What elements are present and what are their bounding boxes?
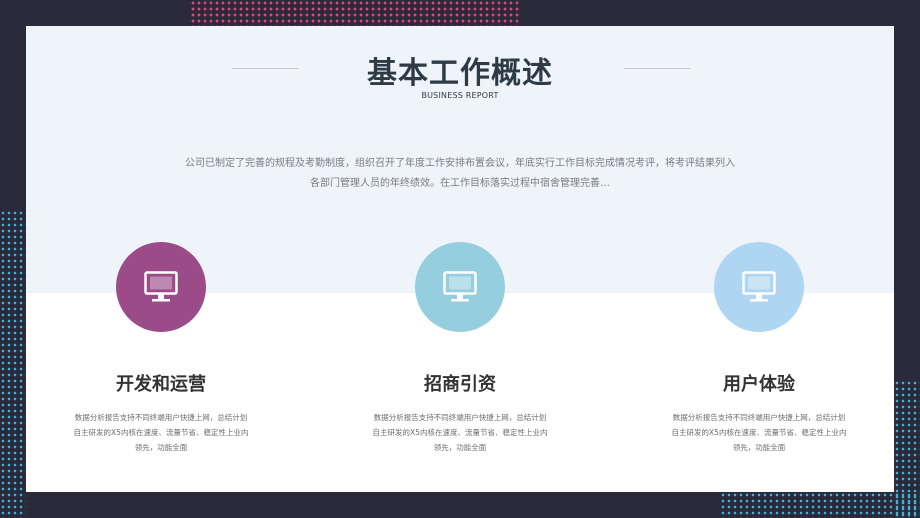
feature-desc-line: 数据分析报告支持不同终端用户快捷上网，总结计划	[672, 413, 846, 422]
feature-icon-circle	[415, 242, 505, 332]
feature-description: 数据分析报告支持不同终端用户快捷上网，总结计划 自主研发的X5内核在速度、流量节…	[370, 410, 550, 455]
feature-desc-line: 数据分析报告支持不同终端用户快捷上网，总结计划	[373, 413, 547, 422]
decorative-dots-top	[190, 0, 520, 26]
page-title: 基本工作概述	[367, 56, 553, 91]
feature-description: 数据分析报告支持不同终端用户快捷上网，总结计划 自主研发的X5内核在速度、流量节…	[669, 410, 849, 455]
intro-text: 公司已制定了完善的规程及考勤制度，组织召开了年度工作安排布置会议，年底实行工作目…	[176, 154, 744, 194]
feature-user-experience: 用户体验 数据分析报告支持不同终端用户快捷上网，总结计划 自主研发的X5内核在速…	[624, 242, 894, 482]
feature-desc-line: 领先，功能全面	[433, 443, 487, 452]
decorative-dots-bottom	[720, 492, 920, 518]
feature-desc-line: 自主研发的X5内核在速度、流量节省、稳定性上业内	[372, 428, 548, 437]
feature-desc-line: 领先，功能全面	[134, 443, 188, 452]
monitor-icon	[742, 271, 776, 302]
monitor-icon	[144, 271, 178, 302]
feature-desc-line: 数据分析报告支持不同终端用户快捷上网，总结计划	[74, 413, 248, 422]
feature-investment: 招商引资 数据分析报告支持不同终端用户快捷上网，总结计划 自主研发的X5内核在速…	[325, 242, 595, 482]
slide-card: 基本工作概述 BUSINESS REPORT 公司已制定了完善的规程及考勤制度，…	[26, 26, 894, 492]
monitor-icon	[443, 271, 477, 302]
intro-line-2: 各部门管理人员的年终绩效。在工作目标落实过程中宿舍管理完善…	[310, 178, 610, 189]
feature-title: 开发和运营	[116, 374, 206, 395]
feature-dev-ops: 开发和运营 数据分析报告支持不同终端用户快捷上网，总结计划 自主研发的X5内核在…	[26, 242, 296, 482]
feature-icon-circle	[714, 242, 804, 332]
page-subtitle: BUSINESS REPORT	[421, 91, 499, 100]
decorative-dots-left	[0, 210, 26, 518]
feature-desc-line: 自主研发的X5内核在速度、流量节省、稳定性上业内	[671, 428, 847, 437]
feature-description: 数据分析报告支持不同终端用户快捷上网，总结计划 自主研发的X5内核在速度、流量节…	[71, 410, 251, 455]
feature-title: 用户体验	[723, 374, 795, 395]
intro-line-1: 公司已制定了完善的规程及考勤制度，组织召开了年度工作安排布置会议，年底实行工作目…	[185, 158, 735, 169]
feature-desc-line: 领先，功能全面	[732, 443, 786, 452]
feature-title: 招商引资	[424, 374, 496, 395]
feature-desc-line: 自主研发的X5内核在速度、流量节省、稳定性上业内	[73, 428, 249, 437]
feature-icon-circle	[116, 242, 206, 332]
